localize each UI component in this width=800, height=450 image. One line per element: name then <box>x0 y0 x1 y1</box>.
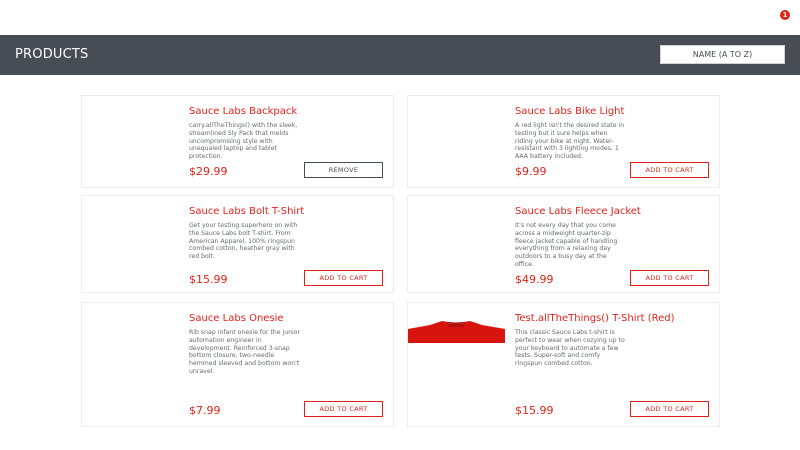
product-name[interactable]: Sauce Labs Onesie <box>189 313 284 324</box>
top-bar: 1 <box>0 0 800 35</box>
add-to-cart-button[interactable]: ADD TO CART <box>304 401 383 417</box>
product-description: It's not every day that you come across … <box>515 222 618 268</box>
remove-button[interactable]: REMOVE <box>304 162 383 178</box>
product-card: Test.allTheThings() T-Shirt (Red) This c… <box>407 302 720 427</box>
product-name[interactable]: Sauce Labs Bike Light <box>515 106 624 117</box>
tshirt-icon <box>408 321 505 343</box>
product-name[interactable]: Sauce Labs Bolt T-Shirt <box>189 206 304 217</box>
page-title: PRODUCTS <box>15 47 89 62</box>
product-description: Get your testing superhero on with the S… <box>189 222 298 261</box>
product-description: Rib snap infant onesie for the junior au… <box>189 329 301 375</box>
add-to-cart-button[interactable]: ADD TO CART <box>630 270 709 286</box>
product-card: Sauce Labs Fleece Jacket It's not every … <box>407 195 720 293</box>
product-price: $49.99 <box>515 273 554 286</box>
cart-badge[interactable]: 1 <box>780 10 790 20</box>
product-card: Sauce Labs Bike Light A red light isn't … <box>407 95 720 188</box>
product-price: $7.99 <box>189 404 221 417</box>
add-to-cart-button[interactable]: ADD TO CART <box>630 401 709 417</box>
product-card: Sauce Labs Bolt T-Shirt Get your testing… <box>81 195 394 293</box>
product-name[interactable]: Sauce Labs Backpack <box>189 106 297 117</box>
product-price: $9.99 <box>515 165 547 178</box>
product-price: $29.99 <box>189 165 228 178</box>
add-to-cart-button[interactable]: ADD TO CART <box>304 270 383 286</box>
product-description: This classic Sauce Labs t-shirt is perfe… <box>515 329 625 368</box>
product-card: Sauce Labs Onesie Rib snap infant onesie… <box>81 302 394 427</box>
product-description: A red light isn't the desired state in t… <box>515 122 625 161</box>
product-price: $15.99 <box>515 404 554 417</box>
sort-dropdown[interactable]: NAME (A TO Z) <box>660 45 785 64</box>
add-to-cart-button[interactable]: ADD TO CART <box>630 162 709 178</box>
product-description: carry.allTheThings() with the sleek, str… <box>189 122 298 161</box>
product-card: Sauce Labs Backpack carry.allTheThings()… <box>81 95 394 188</box>
product-name[interactable]: Test.allTheThings() T-Shirt (Red) <box>515 313 675 324</box>
product-price: $15.99 <box>189 273 228 286</box>
red-tshirt-image[interactable] <box>408 303 505 343</box>
product-name[interactable]: Sauce Labs Fleece Jacket <box>515 206 641 217</box>
